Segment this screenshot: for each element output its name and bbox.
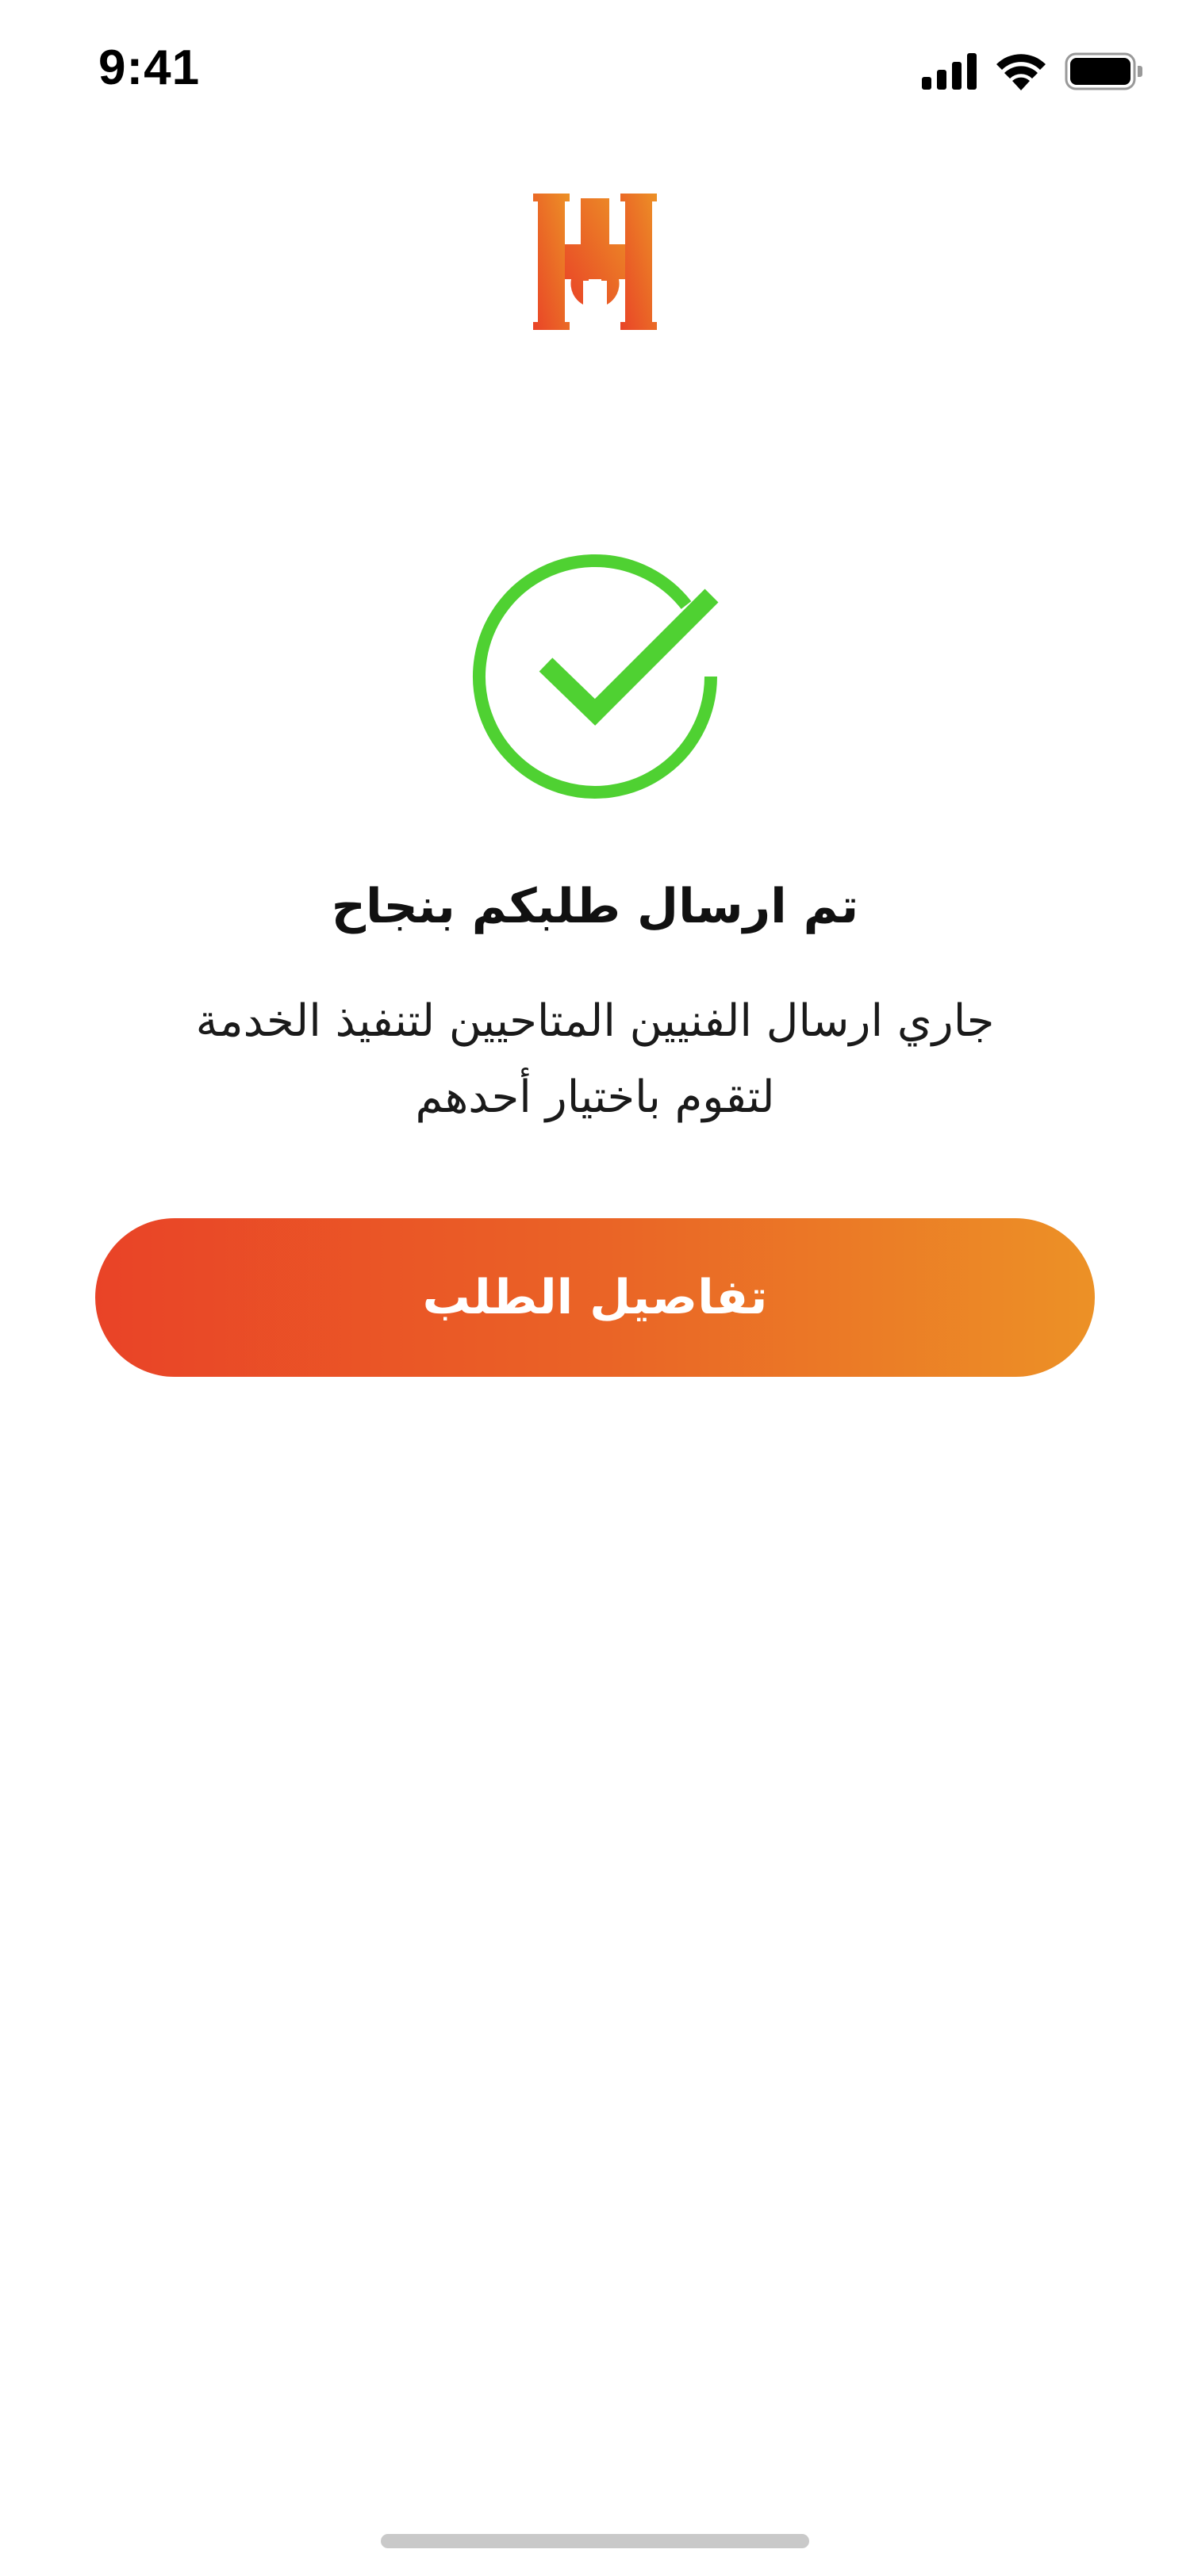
order-details-button-label: تفاصيل الطلب — [422, 1270, 768, 1325]
check-circle-icon — [473, 554, 719, 799]
wifi-icon — [996, 54, 1046, 90]
success-message-line-2: لتقوم باختيار أحدهم — [415, 1071, 775, 1123]
success-message: جاري ارسال الفنيين المتاحيين لتنفيذ الخد… — [119, 983, 1071, 1136]
cellular-signal-icon — [922, 53, 977, 90]
status-icons — [922, 52, 1144, 90]
status-bar: 9:41 — [0, 0, 1190, 143]
success-title: تم ارسال طلبكم بنجاح — [331, 879, 859, 934]
order-details-button[interactable]: تفاصيل الطلب — [95, 1218, 1095, 1377]
home-indicator[interactable] — [381, 2534, 809, 2548]
app-logo-icon — [533, 194, 657, 330]
success-message-line-1: جاري ارسال الفنيين المتاحيين لتنفيذ الخد… — [195, 995, 995, 1047]
battery-icon — [1065, 52, 1142, 90]
status-time: 9:41 — [98, 40, 201, 95]
